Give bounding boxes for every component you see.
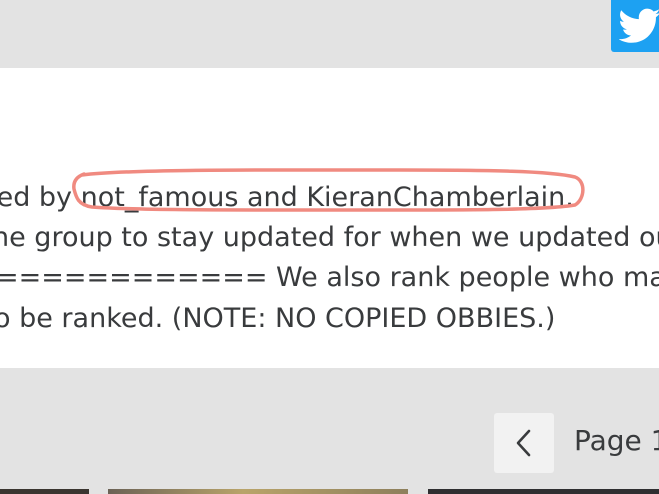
game-thumbnail[interactable] (108, 489, 408, 494)
game-thumbnail[interactable] (428, 489, 659, 494)
description-line-2: he group to stay updated for when we upd… (0, 222, 659, 253)
description-line-1: ted by not_famous and KieranChamberlain. (0, 182, 574, 214)
twitter-icon (619, 8, 659, 43)
description-line-4: o be ranked. (NOTE: NO COPIED OBBIES.) (0, 303, 556, 334)
chevron-left-icon (516, 429, 531, 457)
previous-page-button[interactable] (494, 413, 554, 473)
group-description-panel: ted by not_famous and KieranChamberlain.… (0, 68, 659, 368)
twitter-share-button[interactable] (611, 0, 659, 52)
creators-text: not_famous and KieranChamberlain. (80, 182, 574, 213)
page: ted by not_famous and KieranChamberlain.… (0, 0, 659, 494)
header-band (0, 0, 659, 68)
description-line-1-prefix: ted by (0, 182, 73, 213)
description-line-3: ============ We also rank people who mak… (0, 262, 659, 293)
game-thumbnail[interactable] (0, 489, 89, 494)
pagination-band (0, 368, 659, 494)
page-label: Page 1 (574, 424, 659, 457)
